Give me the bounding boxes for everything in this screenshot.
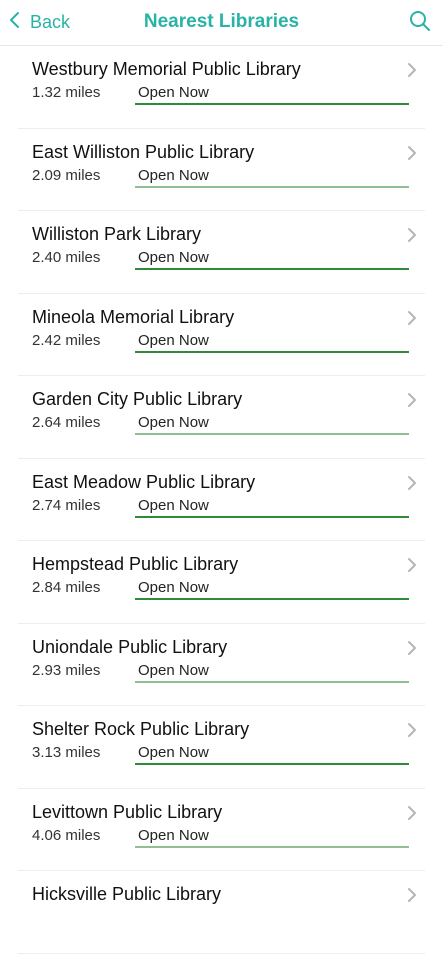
open-status: Open Now bbox=[138, 249, 209, 266]
status-bar bbox=[135, 433, 409, 435]
library-name: Garden City Public Library bbox=[32, 389, 243, 409]
library-row[interactable]: East Williston Public Library 2.09 miles… bbox=[18, 129, 425, 211]
chevron-right-icon bbox=[407, 145, 417, 161]
library-name: Levittown Public Library bbox=[32, 801, 223, 822]
status-bar bbox=[135, 515, 409, 518]
library-distance: 3.13 miles bbox=[32, 744, 101, 761]
chevron-right-icon bbox=[407, 557, 417, 573]
status-bar bbox=[135, 185, 409, 188]
library-distance: 2.42 miles bbox=[32, 331, 101, 349]
page-title: Nearest Libraries bbox=[143, 11, 300, 32]
chevron-right-icon bbox=[407, 310, 417, 326]
open-status: Open Now bbox=[138, 826, 209, 844]
status-bar bbox=[135, 103, 409, 105]
library-row[interactable]: Shelter Rock Public Library 3.13 miles O… bbox=[18, 706, 425, 789]
library-row[interactable]: Garden City Public Library 2.64 miles Op… bbox=[18, 376, 425, 459]
library-row[interactable]: Levittown Public Library 4.06 miles Open… bbox=[18, 789, 425, 871]
library-distance: 1.32 miles bbox=[32, 84, 101, 101]
library-distance: 2.93 miles bbox=[32, 661, 101, 679]
open-status: Open Now bbox=[138, 414, 209, 431]
library-row[interactable]: Williston Park Library 2.40 miles Open N… bbox=[18, 211, 425, 294]
library-distance: 2.84 miles bbox=[32, 579, 101, 596]
library-list: Westbury Memorial Public Library 1.32 mi… bbox=[0, 46, 443, 954]
library-name: Hicksville Public Library bbox=[32, 884, 222, 904]
open-status: Open Now bbox=[138, 661, 209, 679]
chevron-right-icon bbox=[407, 475, 417, 491]
status-bar bbox=[135, 763, 409, 765]
status-bar bbox=[135, 598, 409, 600]
library-distance: 2.09 miles bbox=[32, 166, 101, 184]
library-name: Mineola Memorial Library bbox=[32, 306, 235, 327]
status-bar bbox=[135, 680, 409, 683]
library-row[interactable]: Mineola Memorial Library 2.42 miles Open… bbox=[18, 294, 425, 376]
chevron-right-icon bbox=[407, 805, 417, 821]
status-bar bbox=[135, 350, 409, 353]
status-bar bbox=[135, 268, 409, 270]
library-name: East Meadow Public Library bbox=[32, 471, 256, 492]
library-name: East Williston Public Library bbox=[32, 141, 255, 162]
library-distance: 4.06 miles bbox=[32, 826, 101, 844]
library-name: Hempstead Public Library bbox=[32, 554, 239, 574]
open-status: Open Now bbox=[138, 331, 209, 349]
library-distance: 2.64 miles bbox=[32, 414, 101, 431]
library-distance: 2.74 miles bbox=[32, 496, 101, 514]
chevron-right-icon bbox=[407, 887, 417, 903]
search-button[interactable] bbox=[409, 10, 431, 32]
chevron-right-icon bbox=[407, 640, 417, 656]
status-bar bbox=[135, 845, 409, 848]
library-row[interactable]: Hicksville Public Library bbox=[18, 871, 425, 954]
navigation-bar: Back Nearest Libraries bbox=[0, 0, 443, 46]
library-name: Uniondale Public Library bbox=[32, 636, 228, 657]
library-name: Williston Park Library bbox=[32, 224, 202, 244]
library-name: Shelter Rock Public Library bbox=[32, 719, 250, 739]
chevron-right-icon bbox=[407, 722, 417, 738]
open-status: Open Now bbox=[138, 744, 209, 761]
library-row[interactable]: East Meadow Public Library 2.74 miles Op… bbox=[18, 459, 425, 541]
chevron-right-icon bbox=[407, 392, 417, 408]
chevron-right-icon bbox=[407, 62, 417, 78]
open-status: Open Now bbox=[138, 84, 209, 101]
chevron-right-icon bbox=[407, 227, 417, 243]
open-status: Open Now bbox=[138, 579, 209, 596]
library-row[interactable]: Hempstead Public Library 2.84 miles Open… bbox=[18, 541, 425, 624]
library-row[interactable]: Westbury Memorial Public Library 1.32 mi… bbox=[18, 46, 425, 129]
library-row[interactable]: Uniondale Public Library 2.93 miles Open… bbox=[18, 624, 425, 706]
open-status: Open Now bbox=[138, 496, 209, 514]
library-name: Westbury Memorial Public Library bbox=[32, 59, 301, 79]
open-status: Open Now bbox=[138, 166, 209, 184]
library-distance: 2.40 miles bbox=[32, 249, 101, 266]
search-icon bbox=[409, 10, 431, 32]
